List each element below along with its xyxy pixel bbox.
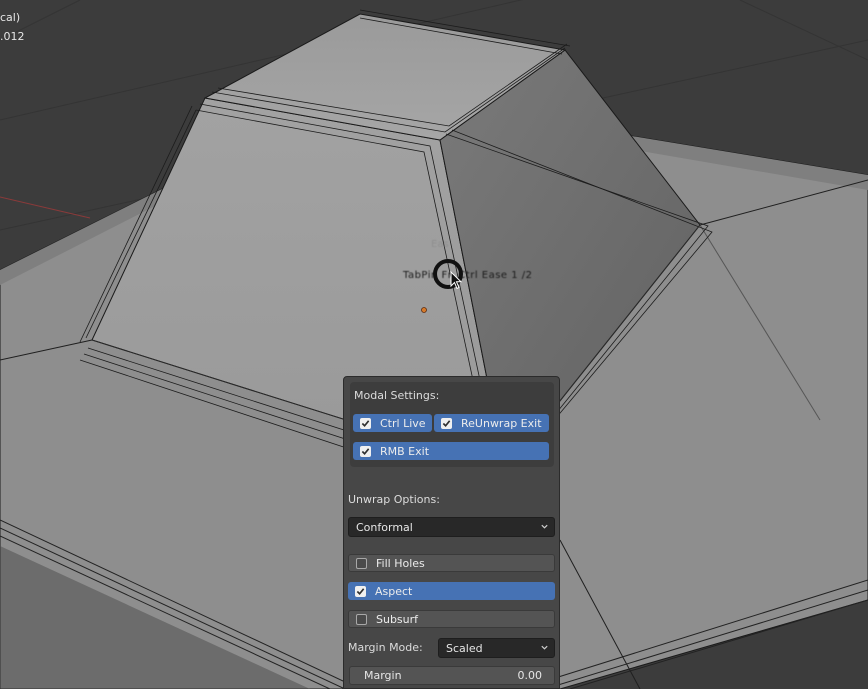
checkbox-unchecked-icon [356,557,367,569]
chevron-down-icon [541,524,548,529]
checkbox-checked-icon [360,417,371,429]
modal-settings-panel: Modal Settings: Ctrl Live ReUnwrap Exit … [343,376,560,689]
reunwrap-exit-label: ReUnwrap Exit [461,416,542,430]
fill-holes-label: Fill Holes [376,556,425,570]
checkbox-unchecked-icon [356,613,367,625]
margin-value: 0.00 [517,669,543,682]
ctrl-live-toggle[interactable]: Ctrl Live [353,414,432,432]
arrow-cursor-icon [450,271,463,290]
checkbox-checked-icon [355,585,366,597]
modal-settings-box: Modal Settings: Ctrl Live ReUnwrap Exit … [350,382,554,467]
aspect-toggle[interactable]: Aspect [348,582,555,600]
margin-mode-dropdown[interactable]: Scaled [438,638,555,658]
margin-label: Margin [364,669,402,682]
modal-settings-label: Modal Settings: [354,389,440,402]
subsurf-toggle[interactable]: Subsurf [348,610,555,628]
viewport-mode-text: cal) [0,11,21,24]
ctrl-live-label: Ctrl Live [380,416,426,430]
unwrap-method-dropdown[interactable]: Conformal [348,517,555,537]
reunwrap-exit-toggle[interactable]: ReUnwrap Exit [434,414,549,432]
margin-field[interactable]: Margin 0.00 [349,666,555,685]
rmb-exit-toggle[interactable]: RMB Exit [353,442,549,460]
checkbox-checked-icon [441,417,452,429]
fill-holes-toggle[interactable]: Fill Holes [348,554,555,572]
tool-hint-title: Eas [431,239,449,250]
chevron-down-icon [541,645,548,650]
unwrap-method-value: Conformal [356,520,413,534]
aspect-label: Aspect [375,584,413,598]
subsurf-label: Subsurf [376,612,419,626]
checkbox-checked-icon [360,445,371,457]
margin-mode-value: Scaled [446,641,483,655]
unwrap-options-label: Unwrap Options: [348,493,440,506]
margin-mode-label: Margin Mode: [348,641,423,654]
rmb-exit-label: RMB Exit [380,444,430,458]
viewport-info-text: .012 [0,30,25,43]
tool-hint-shortcuts: TabPin Fn Ctrl Ease 1 /2 [403,270,533,281]
